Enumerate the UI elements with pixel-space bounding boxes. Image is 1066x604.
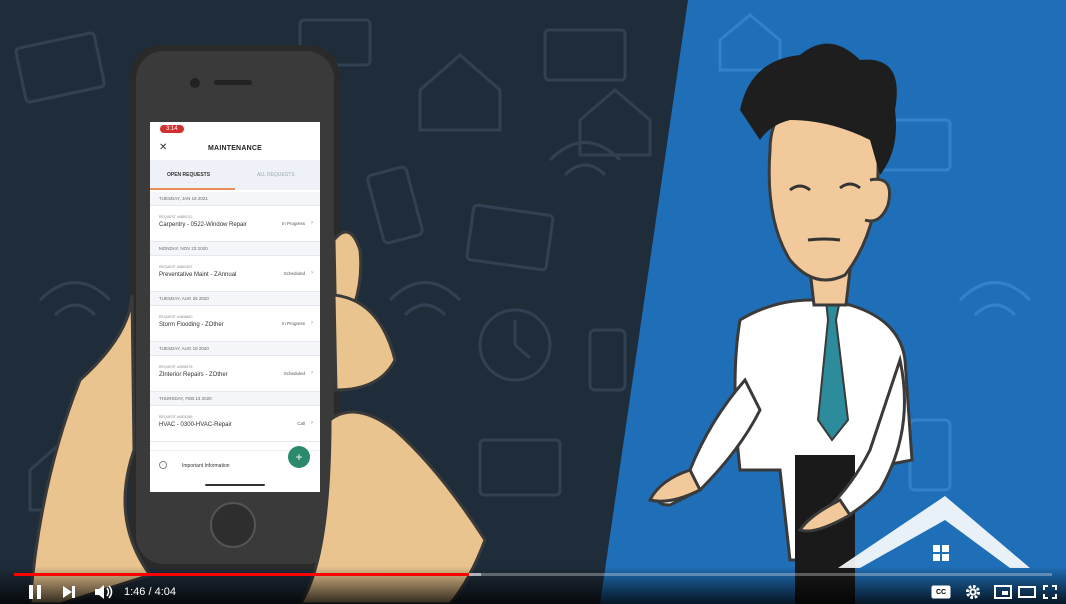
list-item: REQUEST #4640197 Preventative Maint - ZA…: [150, 256, 320, 292]
date-header: THURSDAY, FEB 13 2020: [150, 392, 320, 406]
chevron-right-icon: ›: [311, 370, 313, 376]
list-item: REQUEST #4681012 Carpentry - 0522-Window…: [150, 206, 320, 242]
date-header: TUESDAY, AUG 25 2020: [150, 292, 320, 306]
chevron-right-icon: ›: [311, 270, 313, 276]
request-name: ZInterior Repairs - ZOther: [159, 372, 228, 378]
request-name: Carpentry - 0522-Window Repair: [159, 222, 247, 228]
phone-status-time: 3:14: [160, 125, 184, 133]
request-number: REQUEST #4501289: [159, 415, 193, 419]
duration: 4:04: [154, 586, 177, 598]
miniplayer-button[interactable]: [992, 582, 1014, 602]
tab-all-requests: ALL REQUESTS: [257, 172, 295, 178]
progress-bar[interactable]: [14, 573, 1052, 576]
phone-screen-title: MAINTENANCE: [208, 145, 262, 152]
theater-mode-button[interactable]: [1016, 582, 1038, 602]
current-time: 1:46: [124, 586, 146, 598]
time-display: 1:46 / 4:04: [124, 586, 176, 598]
important-info-label: Important Information: [182, 463, 230, 469]
active-tab-underline: [150, 188, 235, 190]
next-button[interactable]: [58, 582, 80, 602]
request-name: HVAC - 0300-HVAC-Repair: [159, 422, 232, 428]
request-number: REQUEST #4606840: [159, 315, 193, 319]
video-player[interactable]: 3:14 ✕ MAINTENANCE OPEN REQUESTS ALL REQ…: [0, 0, 1066, 604]
subtitles-button[interactable]: CC: [930, 582, 952, 602]
date-header: MONDAY, NOV 23 2020: [150, 242, 320, 256]
phone-tabs: OPEN REQUESTS ALL REQUESTS: [150, 160, 320, 190]
request-number: REQUEST #4681012: [159, 215, 193, 219]
request-list: TUESDAY, JAN 19 2021 REQUEST #4681012 Ca…: [150, 192, 320, 442]
phone-screen: 3:14 ✕ MAINTENANCE OPEN REQUESTS ALL REQ…: [150, 122, 320, 492]
list-item: REQUEST #4606840 Storm Flooding - ZOther…: [150, 306, 320, 342]
chevron-right-icon: ›: [311, 420, 313, 426]
fullscreen-button[interactable]: [1040, 582, 1060, 602]
request-name: Storm Flooding - ZOther: [159, 322, 224, 328]
request-status: Scheduled: [283, 271, 305, 276]
date-header: TUESDAY, JAN 19 2021: [150, 192, 320, 206]
phone-home-button: [210, 502, 256, 548]
pause-button[interactable]: [24, 582, 46, 602]
chevron-right-icon: ›: [311, 220, 313, 226]
settings-button[interactable]: [962, 582, 984, 602]
volume-button[interactable]: [92, 582, 116, 602]
phone-camera-icon: [190, 78, 200, 88]
volume-icon: [95, 585, 113, 599]
gear-icon: [966, 585, 980, 599]
list-item: REQUEST #4501289 HVAC - 0300-HVAC-Repair…: [150, 406, 320, 442]
info-icon: i: [159, 461, 167, 469]
fullscreen-icon: [1043, 585, 1057, 599]
pause-icon: [29, 585, 41, 599]
phone-speaker: [214, 80, 252, 85]
progress-played: [14, 573, 469, 576]
home-indicator: [205, 484, 265, 486]
cc-label: CC: [935, 588, 947, 596]
add-request-button: +: [288, 446, 310, 468]
request-number: REQUEST #4598178: [159, 365, 193, 369]
request-status: In Progress: [281, 321, 305, 326]
player-controls: 1:46 / 4:04 CC: [0, 566, 1066, 604]
miniplayer-icon: [994, 585, 1012, 599]
time-separator: /: [145, 586, 155, 598]
chevron-right-icon: ›: [311, 320, 313, 326]
request-status: Call: [297, 421, 305, 426]
request-number: REQUEST #4640197: [159, 265, 193, 269]
tab-open-requests: OPEN REQUESTS: [167, 172, 211, 178]
request-name: Preventative Maint - ZAnnual: [159, 272, 237, 278]
date-header: TUESDAY, AUG 18 2020: [150, 342, 320, 356]
request-status: In Progress: [281, 221, 305, 226]
request-status: Scheduled: [283, 371, 305, 376]
next-icon: [63, 586, 75, 598]
list-item: REQUEST #4598178 ZInterior Repairs - ZOt…: [150, 356, 320, 392]
theater-icon: [1018, 586, 1036, 598]
